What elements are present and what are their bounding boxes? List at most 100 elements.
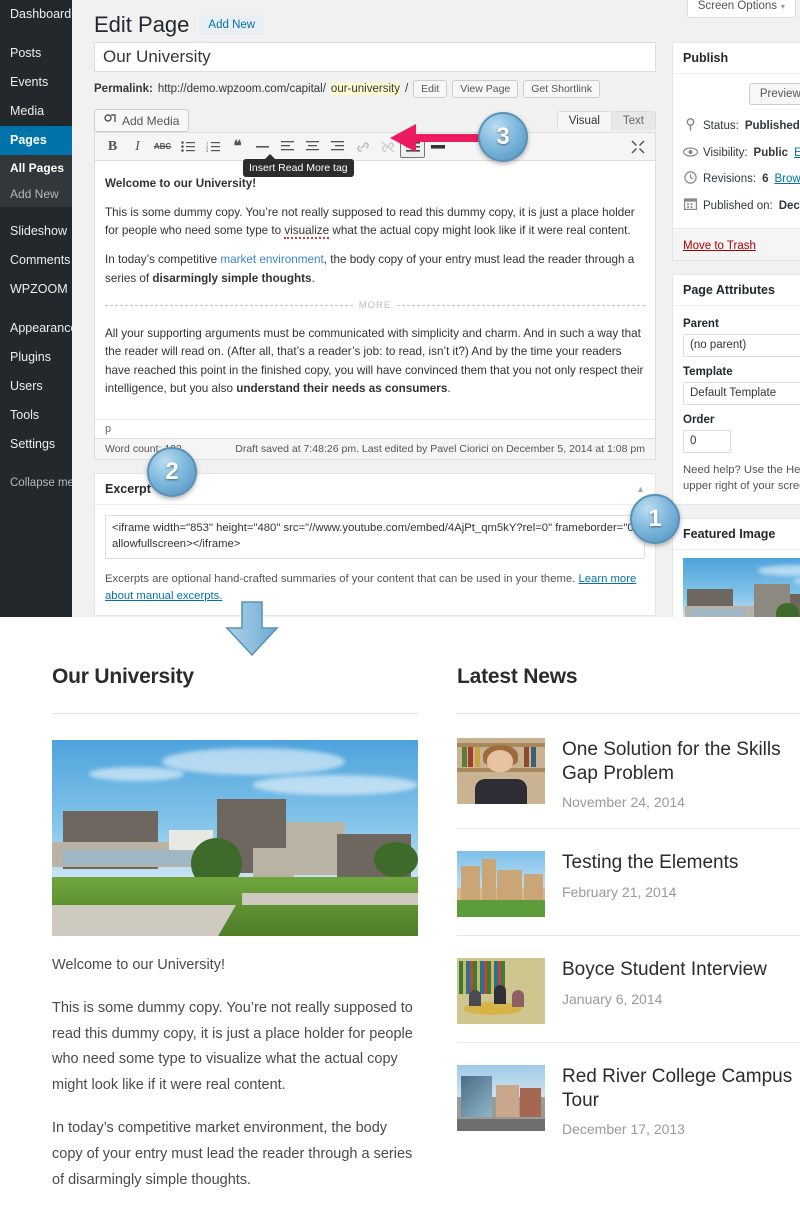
- sidebar-item-label: WPZOOM: [10, 282, 68, 296]
- annotation-circle-2: 2: [147, 447, 197, 497]
- list-item[interactable]: Boyce Student Interview January 6, 2014: [457, 935, 800, 1042]
- frontend-hero-image: [52, 740, 418, 936]
- screen-options-button[interactable]: Screen Options ▾: [686, 0, 796, 18]
- template-select[interactable]: Default Template ▲▼: [683, 381, 800, 405]
- sidebar-item-settings[interactable]: Settings: [0, 430, 72, 459]
- align-right-icon[interactable]: [325, 136, 350, 158]
- frontend-page-title: Our University: [52, 665, 194, 688]
- parent-select[interactable]: (no parent) ▲▼: [683, 333, 800, 357]
- align-left-icon[interactable]: [275, 136, 300, 158]
- sidebar-item-posts[interactable]: Posts: [0, 39, 72, 68]
- news-title[interactable]: Testing the Elements: [562, 851, 738, 875]
- news-text: Red River College Campus Tour December 1…: [562, 1065, 800, 1137]
- chevron-down-icon: ▾: [780, 2, 785, 11]
- editor-content-area[interactable]: Welcome to our University! This is some …: [95, 161, 655, 419]
- bulleted-list-icon[interactable]: [175, 136, 200, 158]
- sidebar-item-label: Tools: [10, 408, 40, 422]
- list-item[interactable]: Red River College Campus Tour December 1…: [457, 1042, 800, 1155]
- annotation-circle-3: 3: [478, 112, 528, 162]
- admin-content: Screen Options▾ Edit Page Add New Permal…: [72, 0, 800, 617]
- media-and-tabs-row: Add Media Visual Text: [94, 109, 656, 132]
- sidebar-item-appearance[interactable]: Appearance: [0, 314, 77, 343]
- edit-visibility-link[interactable]: Edit: [794, 144, 800, 164]
- view-page-button[interactable]: View Page: [452, 80, 519, 98]
- bold-icon[interactable]: B: [100, 136, 125, 158]
- excerpt-textarea[interactable]: [105, 514, 645, 559]
- preview-row: Preview Changes: [673, 74, 800, 114]
- permalink-edit-button[interactable]: Edit: [413, 80, 448, 98]
- strikethrough-icon[interactable]: ABC: [150, 136, 175, 158]
- italic-icon[interactable]: I: [125, 136, 150, 158]
- permalink-label: Permalink:: [94, 83, 153, 95]
- eye-icon: [682, 143, 699, 163]
- sidebar-item-events[interactable]: Events: [0, 68, 72, 97]
- permalink-slug: our-university: [330, 83, 400, 95]
- sidebar-item-all-pages[interactable]: All Pages: [0, 155, 72, 181]
- sidebar-item-wpzoom[interactable]: WPZOOM: [0, 275, 72, 304]
- browse-revisions-link[interactable]: Browse: [774, 170, 800, 190]
- sidebar-divider-3: [0, 304, 72, 314]
- tab-text[interactable]: Text: [610, 111, 656, 130]
- order-label: Order: [683, 413, 715, 426]
- sidebar-item-label: Settings: [10, 437, 56, 451]
- list-item[interactable]: One Solution for the Skills Gap Problem …: [457, 714, 800, 828]
- latest-news-title: Latest News: [457, 665, 578, 688]
- frontend-main-column: Our University Welcome to our University…: [52, 665, 418, 1193]
- get-shortlink-button[interactable]: Get Shortlink: [523, 80, 600, 98]
- publish-revisions-row: Revisions: 6 Browse: [673, 167, 800, 193]
- align-center-icon[interactable]: [300, 136, 325, 158]
- publish-title: Publish: [683, 51, 729, 65]
- sidebar-item-label: All Pages: [10, 161, 65, 175]
- sidebar-item-tools[interactable]: Tools: [0, 401, 72, 430]
- editor-side-column: Publish Preview Changes Status: Published…: [672, 42, 800, 617]
- sidebar-submenu-pages: All Pages Add New: [0, 155, 72, 207]
- editor-path-bar[interactable]: p: [95, 418, 655, 438]
- sidebar-divider-2: [0, 207, 72, 217]
- sidebar-divider-1: [0, 29, 72, 39]
- visibility-value: Public: [753, 146, 789, 159]
- publish-footer: Move to Trash: [673, 227, 800, 260]
- castle-campus-thumb: [457, 851, 545, 918]
- sidebar-item-media[interactable]: Media: [0, 97, 72, 126]
- add-media-button[interactable]: Add Media: [94, 109, 190, 132]
- more-label: MORE: [358, 299, 392, 311]
- sidebar-item-users[interactable]: Users: [0, 372, 72, 401]
- sidebar-item-label: Comments: [10, 253, 71, 267]
- students-studying-thumb: [457, 958, 545, 1025]
- move-to-trash-button[interactable]: Move to Trash: [683, 240, 756, 252]
- news-title[interactable]: One Solution for the Skills Gap Problem: [562, 738, 800, 785]
- toolbar-tooltip: Insert Read More tag: [243, 154, 354, 177]
- sidebar-item-comments[interactable]: Comments6: [0, 246, 89, 275]
- list-item[interactable]: Testing the Elements February 21, 2014: [457, 828, 800, 935]
- add-new-button[interactable]: Add New: [199, 15, 265, 35]
- sidebar-item-pages[interactable]: Pages: [0, 126, 80, 155]
- blockquote-icon[interactable]: ❝: [225, 136, 250, 158]
- page-attributes-body: Parent (no parent) ▲▼ Template Default T…: [673, 306, 800, 505]
- news-title[interactable]: Boyce Student Interview: [562, 958, 767, 982]
- preview-changes-button[interactable]: Preview Changes: [748, 83, 800, 105]
- sidebar-item-dashboard[interactable]: Dashboard: [0, 0, 72, 29]
- tab-visual[interactable]: Visual: [556, 111, 612, 130]
- sidebar-collapse-menu[interactable]: Collapse menu: [0, 469, 87, 498]
- sidebar-item-add-new[interactable]: Add New: [0, 181, 72, 207]
- post-title-input[interactable]: [94, 42, 656, 72]
- revisions-label: Revisions:: [703, 173, 757, 186]
- chevron-up-icon[interactable]: ▲: [636, 484, 645, 494]
- featured-image-thumbnail[interactable]: [683, 558, 800, 617]
- sidebar-item-label: Appearance: [10, 321, 78, 335]
- market-environment-link[interactable]: market environment: [220, 253, 323, 266]
- news-title[interactable]: Red River College Campus Tour: [562, 1065, 800, 1112]
- excerpt-title: Excerpt: [105, 481, 151, 496]
- news-date: November 24, 2014: [562, 794, 685, 811]
- sidebar-item-plugins[interactable]: Plugins: [0, 343, 72, 372]
- page-attributes-title: Page Attributes: [683, 282, 775, 297]
- status-value: Published: [744, 120, 800, 133]
- permalink-base: http://demo.wpzoom.com/capital/: [157, 83, 326, 95]
- insert-link-icon[interactable]: [350, 136, 375, 158]
- sidebar-item-slideshow[interactable]: Slideshow: [0, 217, 72, 246]
- fullscreen-icon[interactable]: [625, 136, 650, 158]
- numbered-list-icon[interactable]: 123: [200, 136, 225, 158]
- publish-date-row: Published on: Dec 5, 2014 @: [673, 193, 800, 219]
- order-input[interactable]: 0: [683, 429, 731, 453]
- screen-options-label: Screen Options: [697, 0, 777, 12]
